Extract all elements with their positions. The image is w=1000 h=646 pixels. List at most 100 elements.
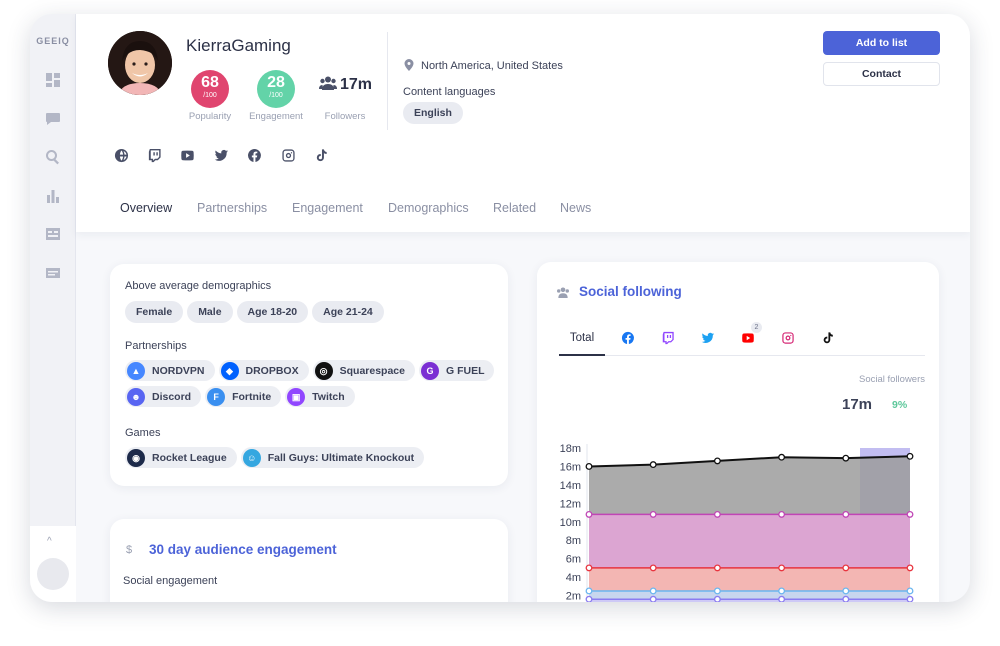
demographic-chip: Male (187, 301, 233, 323)
data-point (649, 587, 657, 595)
y-tick-label: 4m (566, 572, 581, 584)
data-point (713, 564, 721, 572)
game-chip[interactable]: ◉ Rocket League (125, 447, 237, 468)
y-tick-label: 12m (560, 498, 581, 510)
partner-chip[interactable]: ◎ Squarespace (312, 360, 415, 381)
add-to-list-button[interactable]: Add to list (823, 31, 940, 55)
bar-chart-icon[interactable] (45, 188, 61, 204)
rocket-league-logo-icon: ◉ (127, 448, 145, 467)
facebook-icon[interactable] (244, 148, 266, 168)
data-point (649, 595, 657, 602)
data-point (906, 452, 914, 460)
game-name: Rocket League (152, 451, 227, 464)
twitch-logo-icon: ▣ (287, 387, 306, 406)
partner-chip[interactable]: G G FUEL (418, 360, 495, 381)
engagement-max: /100 (269, 92, 283, 99)
language-chip: English (403, 102, 463, 124)
contact-button[interactable]: Contact (823, 62, 940, 86)
demographic-chip: Age 21-24 (312, 301, 384, 323)
partner-chip[interactable]: ▲ NORDVPN (125, 360, 215, 381)
partner-name: Fortnite (232, 390, 272, 403)
discord-logo-icon: ☻ (127, 387, 145, 406)
chevron-up-icon[interactable]: ^ (47, 536, 52, 547)
game-name: Fall Guys: Ultimate Knockout (267, 451, 415, 464)
data-point (649, 564, 657, 572)
data-point (778, 510, 786, 518)
engagement-value: 28 (267, 74, 285, 91)
profile-username: KierraGaming (186, 36, 291, 55)
data-point (713, 510, 721, 518)
data-point (713, 457, 721, 465)
data-point (585, 462, 593, 470)
instagram-icon[interactable] (277, 148, 299, 168)
y-tick-label: 14m (560, 480, 581, 492)
dropbox-logo-icon: ◆ (220, 361, 239, 380)
fortnite-logo-icon: F (207, 387, 226, 406)
data-point (778, 453, 786, 461)
partner-name: NORDVPN (152, 364, 205, 377)
engagement-label: Engagement (249, 111, 303, 122)
engagement-card: $ 30 day audience engagement Social enga… (110, 519, 508, 602)
fall-guys-logo-icon: ☺ (242, 448, 261, 467)
social-following-chart: 18m16m14m12m10m8m6m4m2m0 (560, 443, 914, 602)
user-avatar[interactable] (37, 558, 69, 590)
demographics-chips: Female Male Age 18-20 Age 21-24 (125, 301, 388, 323)
globe-icon[interactable] (110, 148, 132, 168)
y-tick-label: 16m (560, 461, 581, 473)
profile-avatar (108, 31, 172, 95)
sidebar-footer: ^ (30, 526, 76, 602)
location-pin-icon (404, 59, 414, 71)
data-point (778, 595, 786, 602)
social-links (110, 148, 340, 168)
tab-news[interactable]: News (560, 201, 591, 215)
followers-count: 17m (319, 76, 372, 94)
gfuel-logo-icon: G (420, 361, 439, 380)
data-point (842, 564, 850, 572)
profile-card-icon[interactable] (45, 226, 61, 242)
chat-icon[interactable] (45, 110, 61, 126)
partner-chip[interactable]: ☻ Discord (125, 386, 202, 407)
location: North America, United States (404, 59, 563, 72)
data-point (906, 510, 914, 518)
engagement-card-title: 30 day audience engagement (149, 542, 337, 557)
data-point (906, 587, 914, 595)
header-divider (387, 32, 388, 130)
engagement-card-icon: $ (126, 544, 133, 556)
youtube-icon[interactable] (177, 148, 199, 168)
profile-header: KierraGaming 68 /100 Popularity 28 /100 … (76, 14, 970, 232)
data-point (713, 587, 721, 595)
tab-engagement[interactable]: Engagement (292, 201, 363, 215)
data-point (649, 510, 657, 518)
squarespace-logo-icon: ◎ (314, 361, 333, 380)
y-tick-label: 18m (560, 443, 581, 455)
message-icon[interactable] (45, 265, 61, 281)
dashboard-icon[interactable] (45, 72, 61, 88)
data-point (906, 595, 914, 602)
partnerships-title: Partnerships (125, 340, 187, 352)
partner-name: DROPBOX (245, 364, 299, 377)
partner-chip[interactable]: F Fortnite (205, 386, 282, 407)
y-tick-label: 8m (566, 535, 581, 547)
twitch-icon[interactable] (143, 148, 165, 168)
popularity-label: Popularity (188, 111, 232, 122)
partner-chip[interactable]: ◆ DROPBOX (218, 360, 309, 381)
partner-chip[interactable]: ▣ Twitch (285, 386, 355, 407)
tab-related[interactable]: Related (493, 201, 536, 215)
data-point (778, 587, 786, 595)
data-point (842, 587, 850, 595)
twitter-icon[interactable] (210, 148, 232, 168)
demographic-chip: Female (125, 301, 184, 323)
data-point (842, 510, 850, 518)
data-point (585, 510, 593, 518)
search-icon[interactable] (45, 149, 61, 165)
demographics-title: Above average demographics (125, 280, 272, 292)
popularity-max: /100 (203, 92, 217, 99)
demographic-chip: Age 18-20 (236, 301, 309, 323)
tab-overview[interactable]: Overview (120, 201, 172, 215)
tiktok-icon[interactable] (311, 148, 333, 168)
followers-value: 17m (340, 76, 373, 93)
y-tick-label: 2m (566, 591, 581, 602)
game-chip[interactable]: ☺ Fall Guys: Ultimate Knockout (240, 447, 425, 468)
tab-demographics[interactable]: Demographics (388, 201, 469, 215)
tab-partnerships[interactable]: Partnerships (197, 201, 267, 215)
